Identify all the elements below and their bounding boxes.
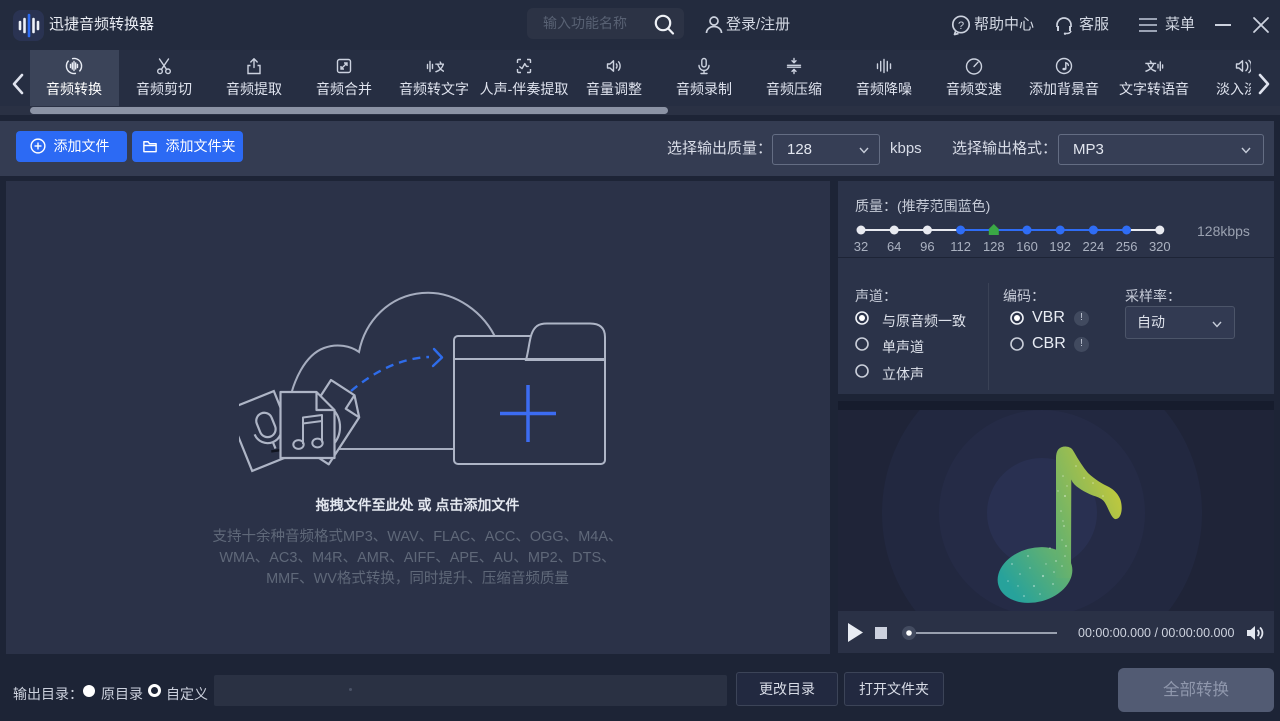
svg-text:?: ? <box>958 20 964 32</box>
svg-text:128: 128 <box>983 239 1005 254</box>
svg-text:文: 文 <box>435 60 444 74</box>
svg-text:160: 160 <box>1016 239 1038 254</box>
svg-text:224: 224 <box>1083 239 1105 254</box>
svg-text:64: 64 <box>887 239 901 254</box>
svg-text:32: 32 <box>854 239 868 254</box>
svg-text:192: 192 <box>1049 239 1071 254</box>
svg-text:320: 320 <box>1149 239 1171 254</box>
svg-text:256: 256 <box>1116 239 1138 254</box>
svg-text:112: 112 <box>950 239 971 254</box>
svg-text:96: 96 <box>920 239 934 254</box>
svg-text:文: 文 <box>1145 60 1157 74</box>
